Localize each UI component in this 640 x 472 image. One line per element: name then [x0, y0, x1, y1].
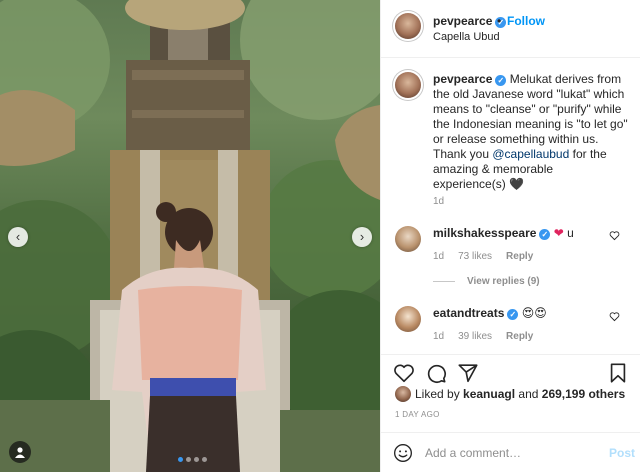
post-username[interactable]: pevpearce ✓: [433, 14, 507, 28]
caption-username[interactable]: pevpearce: [433, 72, 492, 86]
chevron-right-icon: ›: [359, 229, 365, 244]
carousel-dot: [194, 457, 199, 462]
liked-by-others-link[interactable]: 269,199 others: [542, 387, 625, 401]
add-comment-bar: Post: [381, 432, 640, 472]
post-caption: pevpearce ✓ Melukat derives from the old …: [433, 72, 629, 192]
comment-icon: [427, 364, 446, 383]
comment: eatandtreats ✓ 😍😍: [433, 306, 547, 320]
chevron-left-icon: ‹: [15, 229, 21, 244]
heart-icon: [394, 364, 414, 383]
carousel-indicator: [178, 457, 207, 462]
carousel-dot: [178, 457, 183, 462]
comment-button[interactable]: [425, 362, 447, 384]
post-photo[interactable]: ‹ ›: [0, 0, 380, 472]
photo-scene: [0, 0, 380, 472]
likes-middle: and: [515, 387, 542, 401]
liked-by-user-link[interactable]: keanuagl: [463, 387, 515, 401]
avatar[interactable]: [395, 13, 421, 39]
avatar[interactable]: [395, 306, 421, 332]
emoji-button[interactable]: [393, 443, 413, 463]
separator-dot: •: [497, 14, 502, 28]
likes-summary: Liked by keanuagl and 269,199 others: [395, 386, 635, 402]
comment-likes[interactable]: 73 likes: [458, 251, 492, 262]
share-button[interactable]: [457, 362, 479, 384]
comment-username[interactable]: milkshakesspeare: [433, 226, 536, 240]
avatar[interactable]: [395, 226, 421, 252]
verified-badge-icon: ✓: [507, 309, 519, 320]
comment-age[interactable]: 1d: [433, 251, 444, 262]
comment-text: u: [563, 226, 574, 240]
user-tag-icon: [15, 447, 25, 458]
like-button[interactable]: [393, 362, 415, 384]
smiley-icon: [394, 444, 412, 462]
comment-username[interactable]: eatandtreats: [433, 306, 504, 320]
verified-badge-icon: ✓: [495, 75, 507, 86]
save-button[interactable]: [607, 362, 629, 384]
heart-emoji: ❤: [553, 226, 564, 240]
username-text[interactable]: pevpearce: [433, 14, 492, 28]
comment-meta: 1d 39 likes Reply: [433, 331, 547, 342]
comment-age[interactable]: 1d: [433, 331, 444, 342]
verified-badge-icon: ✓: [539, 229, 551, 240]
action-bar: [381, 354, 640, 390]
heart-icon: [609, 231, 620, 241]
caption-mention-link[interactable]: @capellaubud: [492, 147, 569, 161]
comments-section[interactable]: pevpearce ✓ Melukat derives from the old …: [381, 58, 640, 354]
carousel-next-button[interactable]: ›: [352, 227, 372, 247]
carousel-prev-button[interactable]: ‹: [8, 227, 28, 247]
carousel-dot: [186, 457, 191, 462]
follow-button[interactable]: Follow: [507, 14, 545, 28]
caption-age[interactable]: 1d: [433, 196, 444, 207]
comment-meta: 1d 73 likes Reply: [433, 251, 547, 262]
location-link[interactable]: Capella Ubud: [433, 31, 500, 43]
comment-like-button[interactable]: [609, 311, 620, 325]
view-replies-button[interactable]: View replies (9): [433, 276, 540, 287]
post-header: pevpearce ✓ • Follow Capella Ubud: [381, 0, 640, 58]
comment: milkshakesspeare ✓ ❤ u: [433, 226, 574, 240]
share-icon: [458, 364, 478, 383]
likes-prefix: Liked by: [415, 387, 464, 401]
caption-meta: 1d: [433, 196, 458, 207]
comment-like-button[interactable]: [609, 230, 620, 244]
post-side-panel: pevpearce ✓ • Follow Capella Ubud pevpear…: [380, 0, 640, 472]
post-comment-button[interactable]: Post: [609, 446, 635, 460]
bookmark-icon: [610, 363, 626, 383]
heart-eyes-emoji: 😍😍: [521, 306, 547, 320]
heart-icon: [609, 312, 620, 322]
black-heart-emoji: 🖤: [509, 177, 524, 191]
post-timestamp[interactable]: 1 DAY AGO: [395, 410, 440, 419]
comment-likes[interactable]: 39 likes: [458, 331, 492, 342]
reply-button[interactable]: Reply: [506, 331, 533, 342]
comment-input[interactable]: [425, 441, 595, 465]
avatar[interactable]: [395, 72, 421, 98]
carousel-dot: [202, 457, 207, 462]
avatar[interactable]: [395, 386, 411, 402]
tagged-users-button[interactable]: [9, 441, 31, 463]
reply-button[interactable]: Reply: [506, 251, 533, 262]
